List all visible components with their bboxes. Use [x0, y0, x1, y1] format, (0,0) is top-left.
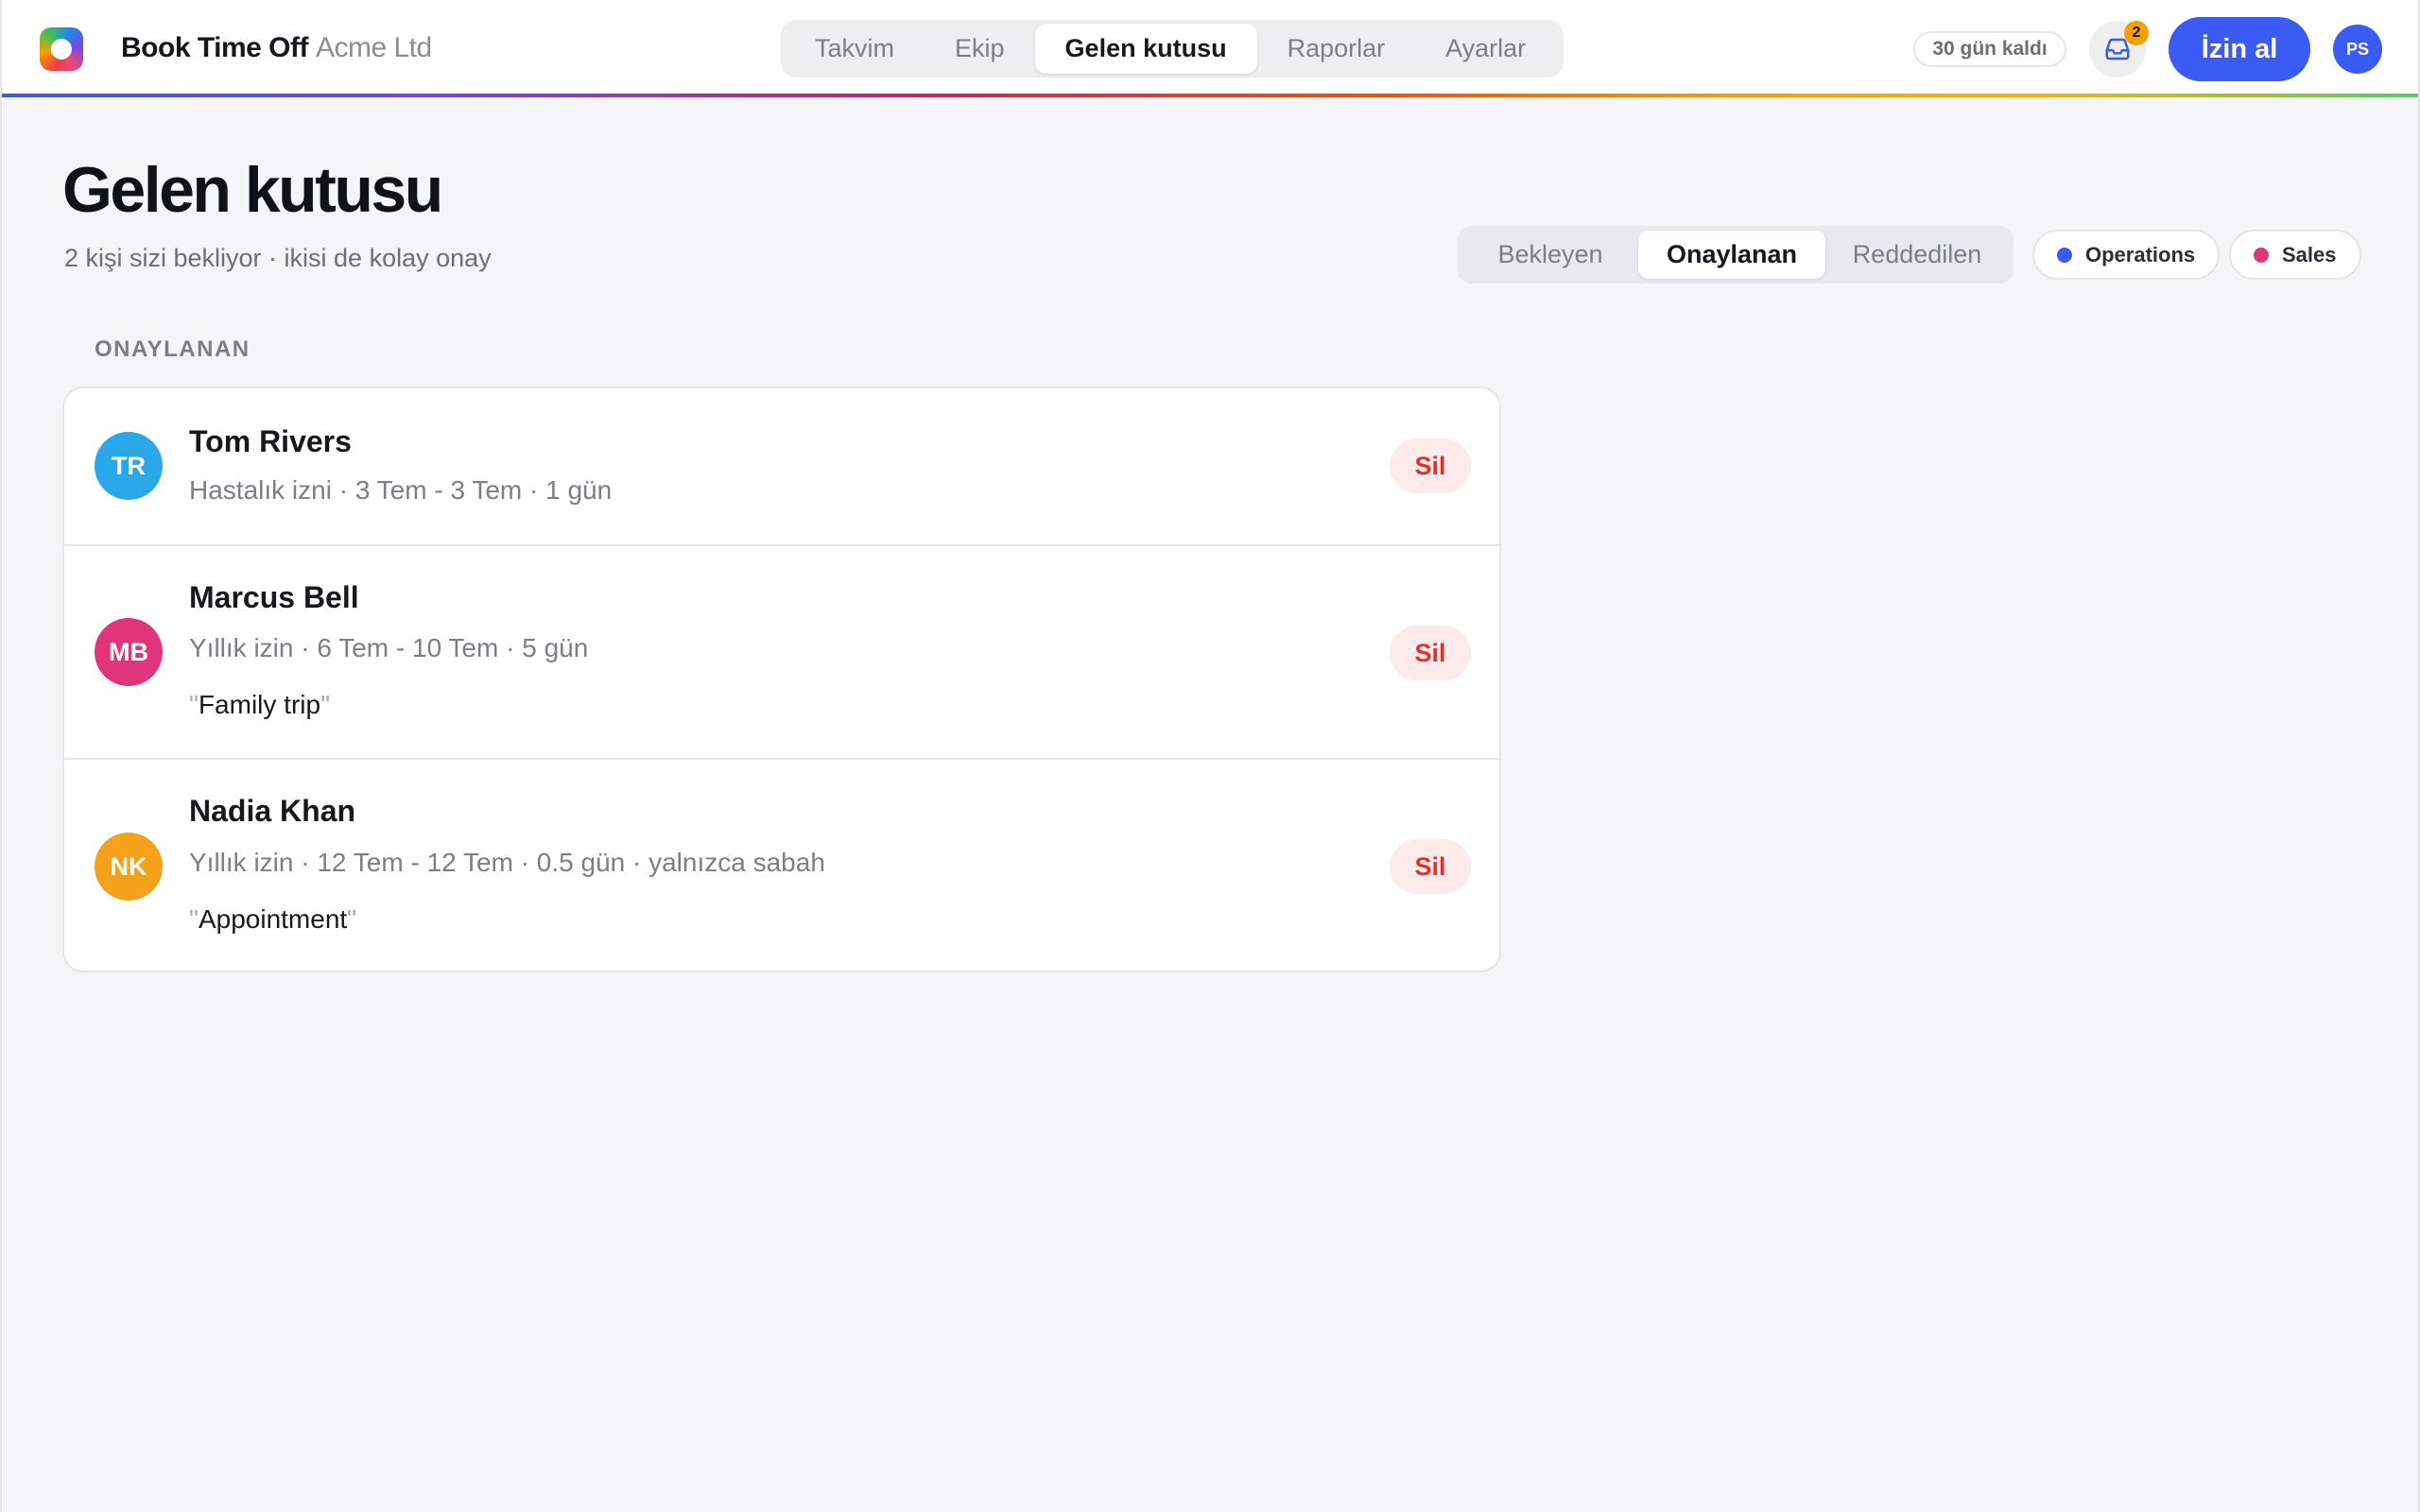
main-nav: Takvim Ekip Gelen kutusu Raporlar Ayarla…: [781, 20, 1564, 77]
start-date: 3 Tem: [354, 475, 427, 505]
brand: Book Time Off Acme Ltd: [121, 32, 432, 64]
request-details: Yıllık izin · 12 Tem - 12 Tem · 0.5 gün …: [189, 848, 825, 877]
list-item[interactable]: MB Marcus Bell Yıllık izin · 6 Tem - 10 …: [64, 544, 1499, 758]
page-subtitle: 2 kişi sizi bekliyor · ikisi de kolay on…: [64, 244, 492, 272]
user-avatar[interactable]: PS: [2333, 25, 2382, 74]
filter-bekleyen[interactable]: Bekleyen: [1462, 231, 1638, 279]
leave-type: Hastalık izni: [189, 475, 332, 505]
duration: 1 gün: [545, 475, 613, 505]
avatar: NK: [95, 833, 163, 901]
avatar: TR: [95, 432, 163, 500]
team-color-dot: [2057, 247, 2072, 263]
filter-reddedilen[interactable]: Reddedilen: [1825, 231, 2009, 279]
top-bar: Book Time Off Acme Ltd Takvim Ekip Gelen …: [2, 0, 2418, 95]
header-accent-bar: [2, 94, 2418, 97]
employee-name: Nadia Khan: [189, 794, 356, 828]
request-list: TR Tom Rivers Hastalık izni · 3 Tem - 3 …: [62, 387, 1501, 972]
employee-name: Tom Rivers: [189, 424, 352, 458]
page-title: Gelen kutusu: [62, 154, 443, 226]
end-date: 12 Tem: [426, 848, 513, 877]
employee-name: Marcus Bell: [189, 580, 359, 614]
team-chip-label: Sales: [2282, 242, 2337, 266]
tab-ekip[interactable]: Ekip: [925, 24, 1035, 74]
trial-badge[interactable]: 30 gün kaldı: [1913, 31, 2066, 67]
team-color-dot: [2254, 247, 2269, 263]
section-label: ONAYLANAN: [95, 336, 251, 362]
request-note: "Family trip": [189, 690, 331, 719]
tab-raporlar[interactable]: Raporlar: [1257, 24, 1416, 74]
list-item[interactable]: NK Nadia Khan Yıllık izin · 12 Tem - 12 …: [64, 758, 1499, 971]
request-leave-button[interactable]: İzin al: [2169, 17, 2310, 81]
end-date: 10 Tem: [412, 633, 499, 662]
leave-type: Yıllık izin: [189, 633, 294, 662]
delete-button[interactable]: Sil: [1390, 438, 1471, 493]
partial-day: yalnızca sabah: [648, 848, 825, 877]
app-logo-icon[interactable]: [40, 27, 83, 71]
note-text: Family trip: [198, 690, 321, 719]
tab-ayarlar[interactable]: Ayarlar: [1415, 24, 1556, 74]
team-chip-operations[interactable]: Operations: [2032, 230, 2221, 280]
leave-type: Yıllık izin: [189, 848, 294, 877]
request-note: "Appointment": [189, 904, 357, 934]
duration: 5 gün: [522, 633, 589, 662]
app-window: Book Time Off Acme Ltd Takvim Ekip Gelen …: [0, 0, 2420, 1512]
delete-button[interactable]: Sil: [1390, 839, 1471, 894]
app-name: Book Time Off: [121, 32, 308, 63]
org-name: Acme Ltd: [315, 32, 432, 63]
request-details: Hastalık izni · 3 Tem - 3 Tem · 1 gün: [189, 475, 613, 505]
start-date: 12 Tem: [317, 848, 404, 877]
duration: 0.5 gün: [536, 848, 626, 877]
filter-onaylanan[interactable]: Onaylanan: [1638, 231, 1825, 279]
end-date: 3 Tem: [450, 475, 523, 505]
inbox-button[interactable]: 2: [2089, 21, 2149, 77]
avatar: MB: [95, 618, 163, 686]
list-item[interactable]: TR Tom Rivers Hastalık izni · 3 Tem - 3 …: [64, 388, 1499, 544]
team-chip-label: Operations: [2085, 242, 2196, 266]
request-details: Yıllık izin · 6 Tem - 10 Tem · 5 gün: [189, 633, 589, 662]
status-filter: Bekleyen Onaylanan Reddedilen: [1458, 226, 2014, 284]
tab-takvim[interactable]: Takvim: [785, 24, 925, 74]
inbox-count-badge: 2: [2124, 21, 2149, 45]
team-chip-sales[interactable]: Sales: [2229, 230, 2361, 280]
note-text: Appointment: [198, 904, 348, 934]
delete-button[interactable]: Sil: [1390, 626, 1471, 680]
start-date: 6 Tem: [317, 633, 389, 662]
tab-gelen-kutusu[interactable]: Gelen kutusu: [1034, 24, 1257, 74]
